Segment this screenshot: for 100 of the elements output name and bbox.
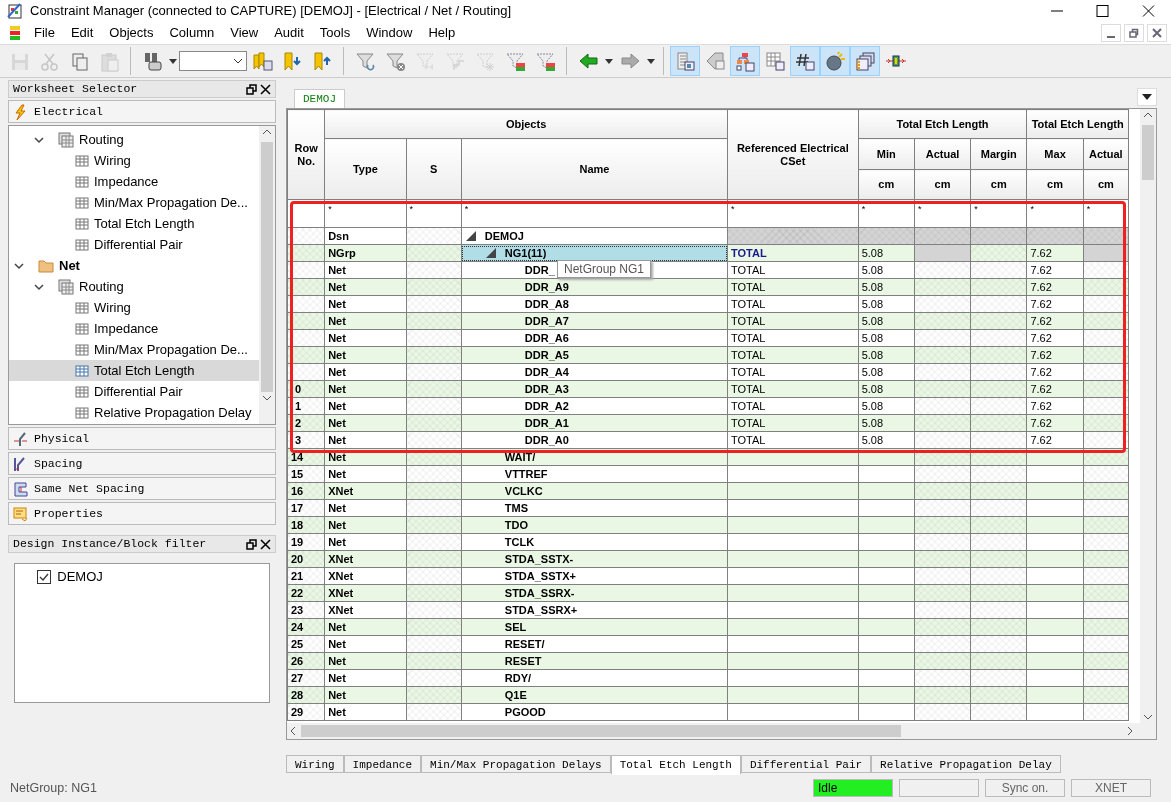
column-header: Min [858,138,915,170]
section-button[interactable]: Spacing [8,452,276,475]
menu-item[interactable]: File [26,23,63,43]
table-cell: XNet [324,482,407,500]
worksheet-icon [75,385,89,398]
scrollbar-thumb[interactable] [261,142,273,392]
menu-item[interactable]: Column [161,23,223,43]
mdi-restore-button[interactable] [1123,24,1144,42]
tree-item[interactable]: Wiring [9,297,259,319]
section-button[interactable]: Same Net Spacing [8,477,276,500]
windows-icon [854,50,876,72]
tree-item[interactable]: Min/Max Propagation De... [9,192,259,214]
restore-icon[interactable] [245,83,257,95]
table-cell: 23 [287,601,325,619]
status-field: Sync on. [985,779,1065,797]
expanded-triangle-icon[interactable] [484,247,497,259]
tree-item[interactable]: Total Etch Length [9,360,259,382]
table-cell: 29 [287,703,325,721]
app-icon [8,25,22,41]
table-cell: Net [324,448,407,466]
net-name: DEMOJ [484,228,524,244]
net-name: DDR_A5 [524,347,569,363]
column-header: cm [858,169,915,200]
menu-item[interactable]: Audit [266,23,312,43]
table-cell: XNet [324,550,407,568]
column-header: Total Etch Length [1026,109,1129,139]
table-cell: 5.08 [858,380,915,398]
table-cell: TOTAL [727,380,859,398]
table-cell: 7.62 [1026,244,1084,262]
column-header: Actual [914,138,971,170]
mdi-close-button[interactable] [1147,24,1167,42]
caret-icon [605,58,613,64]
tree-item[interactable]: Impedance [9,171,259,193]
menu-item[interactable]: Help [420,23,464,43]
dropdown-button[interactable] [1137,88,1157,106]
net-name: DDR_A9 [524,279,569,295]
table-cell: TOTAL [727,244,859,262]
tree-item[interactable]: Wiring [9,150,259,172]
net-name: TDO [504,517,529,533]
tree-item[interactable]: Routing [9,129,259,151]
tree-item[interactable]: Differential Pair [9,381,259,403]
tree-item[interactable]: Total Etch Length [9,213,259,235]
expanded-triangle-icon[interactable] [464,230,477,242]
scrollbar-thumb[interactable] [301,725,901,737]
checkbox[interactable] [37,569,51,584]
table-cell: Net [324,533,407,551]
close-icon[interactable] [260,538,271,550]
table-cell: 26 [287,652,325,670]
column-header: cm [970,169,1027,200]
tree-item[interactable]: Relative Propagation Delay [9,402,259,424]
tree-item[interactable]: Routing [9,276,259,298]
toolbar-button[interactable] [790,46,820,76]
table-cell: 1 [287,397,325,415]
scrollbar-thumb[interactable] [1142,125,1154,180]
table-cell: 14 [287,448,325,466]
section-button[interactable]: Properties [8,502,276,525]
worksheet-icon [75,343,89,356]
sheet-tab[interactable]: Relative Propagation Delay [871,755,1061,773]
mdi-minimize-button[interactable] [1100,24,1121,42]
menu-item[interactable]: View [222,23,267,43]
sheet-tab[interactable]: Impedance [343,755,422,773]
section-button[interactable]: Electrical [8,100,276,123]
net-name: RESET/ [504,636,545,652]
sheet-tab[interactable]: Total Etch Length [610,755,741,775]
table-cell: 7.62 [1026,431,1084,449]
table-cell: 7.62 [1026,312,1084,330]
minimize-icon[interactable] [1105,36,1116,38]
toolbar-button[interactable] [820,46,850,76]
table-cell: 2 [287,414,325,432]
section-button[interactable]: Physical [8,427,276,450]
filter-table-icon [534,50,556,72]
restore-icon[interactable] [245,538,257,550]
caret-icon [169,58,177,64]
table-cell: 5.08 [858,295,915,313]
tree-item[interactable]: Net [9,255,259,277]
dropdown-field[interactable] [179,51,247,71]
table-cell: TOTAL [727,261,859,279]
tree-item[interactable]: Differential Pair [9,234,259,256]
net-name: STDA_SSTX+ [504,568,576,584]
table-cell: Net [324,278,407,296]
net-name: STDA_SSTX- [504,551,574,567]
table-cell: XNet [324,601,407,619]
back-arrow-icon [577,50,599,72]
net-name: RDY/ [504,670,532,686]
document-tab[interactable]: DEMOJ [294,88,345,108]
tree-item[interactable]: Impedance [9,318,259,340]
menu-item[interactable]: Window [358,23,421,43]
same-net-icon [13,480,28,497]
menu-item[interactable]: Objects [101,23,162,43]
table-cell: Net [324,669,407,687]
sheet-tab[interactable]: Wiring [286,755,344,773]
table-cell: Net [324,703,407,721]
sheet-tab[interactable]: Min/Max Propagation Delays [421,755,611,773]
menu-item[interactable]: Tools [311,23,359,43]
close-icon[interactable] [260,83,271,95]
tree-item[interactable]: Min/Max Propagation De... [9,339,259,361]
sheet-tab[interactable]: Differential Pair [740,755,872,773]
table-cell: Net [324,635,407,653]
menu-item[interactable]: Edit [62,23,102,43]
table-cell: Net [324,414,407,432]
